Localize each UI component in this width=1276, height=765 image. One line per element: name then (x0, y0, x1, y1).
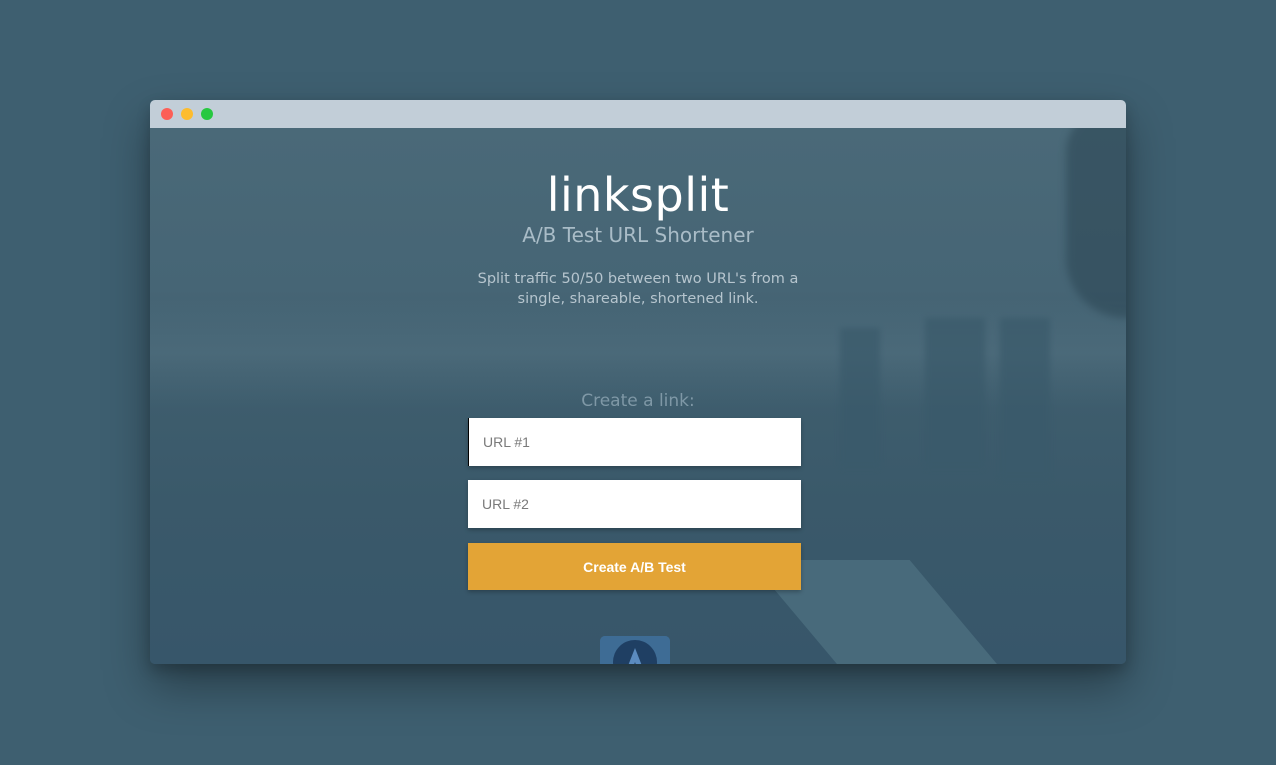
brand-tagline: A/B Test URL Shortener (522, 223, 754, 247)
brand-description: Split traffic 50/50 between two URL's fr… (477, 271, 799, 307)
window-titlebar (150, 100, 1126, 128)
badge-logo-icon[interactable] (600, 636, 670, 664)
create-ab-test-button[interactable]: Create A/B Test (468, 543, 801, 590)
close-dot-icon[interactable] (161, 108, 173, 120)
create-link-label: Create a link: (581, 391, 695, 411)
minimize-dot-icon[interactable] (181, 108, 193, 120)
url2-input[interactable] (468, 480, 801, 528)
brand-title: linksplit (546, 168, 730, 222)
url1-input[interactable] (468, 418, 801, 466)
hero-section: linksplit A/B Test URL Shortener Split t… (150, 128, 1126, 664)
maximize-dot-icon[interactable] (201, 108, 213, 120)
browser-window: linksplit A/B Test URL Shortener Split t… (150, 100, 1126, 664)
page-viewport: linksplit A/B Test URL Shortener Split t… (150, 128, 1126, 664)
